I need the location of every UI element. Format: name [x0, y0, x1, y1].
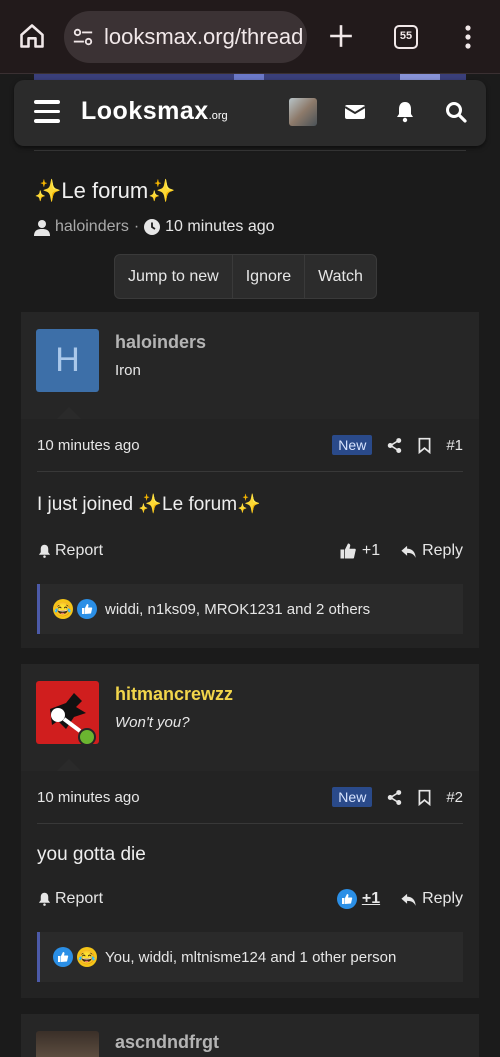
post-meta: 10 minutes ago New #1 [37, 433, 463, 457]
new-badge: New [332, 787, 373, 807]
avatar[interactable] [36, 1031, 99, 1057]
laugh-reaction-icon: 😂 [77, 947, 97, 967]
post: ascndndfrgt [21, 1014, 479, 1057]
reactions-bar[interactable]: 😂 You, widdi, mltnisme124 and 1 other pe… [37, 932, 463, 982]
post-user-block: H haloinders Iron [21, 312, 479, 419]
tab-switcher-button[interactable]: 55 [394, 25, 418, 49]
pointer-arrow [57, 407, 81, 419]
reply-icon [401, 893, 416, 906]
bookmark-icon[interactable] [417, 789, 432, 806]
post-body: you gotta die [37, 844, 146, 865]
ignore-button[interactable]: Ignore [233, 255, 306, 298]
clock-icon [144, 219, 161, 235]
browser-menu-icon[interactable] [458, 23, 478, 51]
post-meta: 10 minutes ago New #2 [37, 785, 463, 809]
thread-time: 10 minutes ago [165, 218, 275, 235]
user-avatar[interactable] [289, 98, 317, 126]
bell-icon [38, 544, 51, 558]
report-button[interactable]: Report [37, 890, 103, 908]
reactions-text: widdi, n1ks09, MROK1231 and 2 others [105, 600, 371, 618]
reply-button[interactable]: Reply [400, 542, 463, 560]
post-time[interactable]: 10 minutes ago [37, 789, 140, 806]
post-actions: Report +1 Reply [37, 887, 463, 911]
new-badge: New [332, 435, 373, 455]
divider [37, 471, 463, 472]
user-title: Iron [115, 362, 141, 379]
like-label: +1 [361, 890, 381, 907]
url-text: looksmax.org/thread [104, 24, 302, 49]
like-reaction-icon [53, 947, 73, 967]
post: hitmancrewzz Won't you? 10 minutes ago N… [21, 664, 479, 998]
thread-author[interactable]: haloinders [55, 218, 129, 236]
like-reaction-icon [77, 599, 97, 619]
watch-button[interactable]: Watch [305, 255, 376, 298]
thread-meta: haloinders · 10 minutes ago [34, 218, 275, 236]
reactions-text: You, widdi, mltnisme124 and 1 other pers… [105, 948, 397, 966]
reply-icon [401, 545, 416, 558]
envelope-icon[interactable] [343, 100, 367, 124]
post-time[interactable]: 10 minutes ago [37, 437, 140, 454]
post-username[interactable]: haloinders [115, 332, 206, 353]
post: H haloinders Iron 10 minutes ago New #1 … [21, 312, 479, 648]
home-icon[interactable] [18, 22, 46, 50]
reply-button[interactable]: Reply [400, 890, 463, 908]
site-header: Looksmax.org [14, 80, 486, 146]
report-label: Report [55, 890, 104, 907]
thread-action-buttons: Jump to new Ignore Watch [114, 254, 377, 299]
report-label: Report [55, 542, 104, 559]
address-bar[interactable]: looksmax.org/thread [64, 11, 307, 63]
user-title: Won't you? [115, 714, 190, 731]
laugh-reaction-icon: 😂 [53, 599, 73, 619]
report-button[interactable]: Report [37, 542, 103, 560]
site-logo[interactable]: Looksmax.org [81, 97, 228, 126]
logo-text: Looksmax [81, 97, 209, 125]
like-button[interactable]: +1 [339, 542, 380, 560]
liked-icon [336, 889, 357, 909]
reply-label: Reply [422, 890, 463, 907]
share-icon[interactable] [386, 437, 403, 454]
divider [34, 150, 466, 151]
post-number[interactable]: #1 [446, 437, 463, 454]
meta-separator: · [133, 218, 140, 235]
post-actions: Report +1 Reply [37, 539, 463, 563]
post-user-block: hitmancrewzz Won't you? [21, 664, 479, 771]
search-icon[interactable] [444, 100, 468, 124]
bookmark-icon[interactable] [417, 437, 432, 454]
post-number[interactable]: #2 [446, 789, 463, 806]
new-tab-icon[interactable] [328, 23, 354, 49]
user-icon [34, 219, 50, 236]
post-body: I just joined ✨Le forum✨ [37, 494, 261, 515]
like-label: +1 [361, 542, 381, 559]
like-button[interactable]: +1 [336, 889, 381, 909]
avatar[interactable]: H [36, 329, 99, 392]
pointer-arrow [57, 759, 81, 771]
logo-tld: .org [208, 110, 228, 122]
site-settings-icon[interactable] [72, 26, 94, 48]
post-user-block: ascndndfrgt [21, 1014, 479, 1057]
post-username[interactable]: hitmancrewzz [115, 684, 233, 705]
browser-toolbar: looksmax.org/thread 55 [0, 0, 500, 74]
share-icon[interactable] [386, 789, 403, 806]
bell-icon [38, 892, 51, 906]
thumbs-up-icon [340, 543, 356, 559]
bell-icon[interactable] [393, 100, 417, 124]
reactions-bar[interactable]: 😂 widdi, n1ks09, MROK1231 and 2 others [37, 584, 463, 634]
post-username[interactable]: ascndndfrgt [115, 1032, 219, 1053]
online-status-indicator [78, 728, 96, 746]
jump-to-new-button[interactable]: Jump to new [115, 255, 233, 298]
reply-label: Reply [422, 542, 463, 559]
thread-title: ✨Le forum✨ [34, 178, 176, 203]
hamburger-menu-icon[interactable] [34, 100, 60, 124]
divider [37, 823, 463, 824]
